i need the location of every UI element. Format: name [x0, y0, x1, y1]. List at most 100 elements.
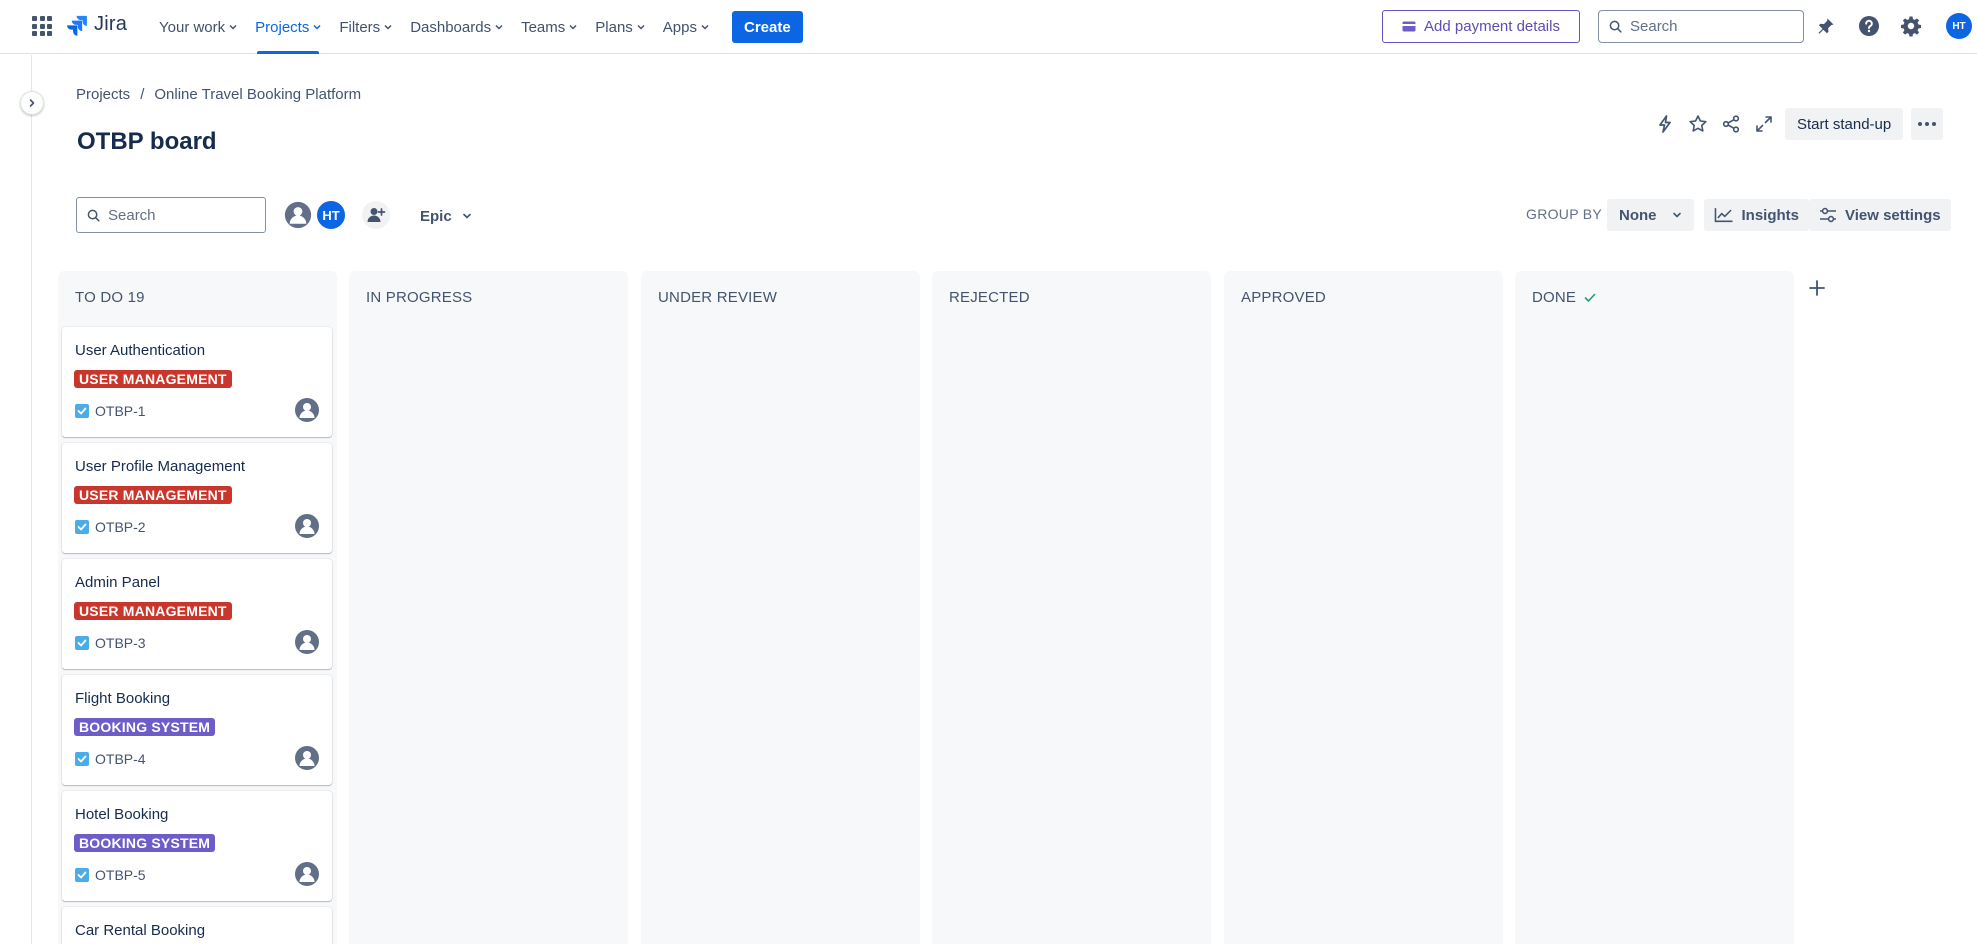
column-todo: TO DO 19 User Authentication USER MANAGE…: [58, 271, 337, 944]
nav-plans[interactable]: Plans: [586, 0, 654, 54]
column-header[interactable]: IN PROGRESS: [366, 289, 472, 306]
user-avatar-filter[interactable]: HT: [315, 199, 347, 231]
chevron-down-icon: [569, 24, 577, 30]
column-under-review: UNDER REVIEW: [641, 271, 920, 944]
breadcrumb: Projects / Online Travel Booking Platfor…: [76, 86, 361, 103]
issue-key: OTBP-2: [95, 519, 146, 535]
card-footer: OTBP-3: [75, 635, 146, 651]
column-done: DONE: [1515, 271, 1794, 944]
chevron-down-icon: [701, 24, 709, 30]
share-icon: [1722, 115, 1740, 133]
epic-label: BOOKING SYSTEM: [74, 834, 216, 852]
nav-apps[interactable]: Apps: [654, 0, 718, 54]
epic-label: BOOKING SYSTEM: [74, 718, 216, 736]
issue-key: OTBP-5: [95, 867, 146, 883]
board-header-actions: Start stand-up: [1652, 108, 1944, 140]
issue-card[interactable]: Car Rental Booking: [62, 907, 332, 944]
view-settings-button[interactable]: View settings: [1809, 199, 1951, 231]
column-rejected: REJECTED: [932, 271, 1211, 944]
issue-card[interactable]: Admin Panel USER MANAGEMENT OTBP-3: [62, 559, 332, 669]
automation-button[interactable]: [1652, 111, 1678, 137]
nav-your-work[interactable]: Your work: [150, 0, 246, 54]
chevron-down-icon: [1673, 212, 1681, 218]
breadcrumb-project-link[interactable]: Online Travel Booking Platform: [154, 86, 361, 103]
column-header[interactable]: APPROVED: [1241, 289, 1326, 306]
nav-filters[interactable]: Filters: [330, 0, 401, 54]
share-button[interactable]: [1718, 111, 1744, 137]
chevron-right-icon: [29, 99, 35, 107]
insights-button[interactable]: Insights: [1704, 199, 1809, 231]
card-footer: OTBP-4: [75, 751, 146, 767]
card-title: Car Rental Booking: [75, 922, 206, 939]
jira-logo[interactable]: Jira: [66, 13, 127, 36]
expand-sidebar-button[interactable]: [20, 91, 44, 115]
unassigned-person-icon[interactable]: [294, 513, 320, 539]
plus-icon: [1809, 280, 1825, 296]
unassigned-person-icon[interactable]: [294, 861, 320, 887]
issue-card[interactable]: User Profile Management USER MANAGEMENT …: [62, 443, 332, 553]
nav-teams[interactable]: Teams: [512, 0, 586, 54]
nav-projects[interactable]: Projects: [246, 0, 330, 54]
start-standup-button[interactable]: Start stand-up: [1785, 108, 1904, 140]
column-header[interactable]: REJECTED: [949, 289, 1030, 306]
add-payment-details-button[interactable]: Add payment details: [1382, 10, 1580, 43]
nav-filters-label: Filters: [339, 18, 381, 36]
breadcrumb-projects-link[interactable]: Projects: [76, 86, 130, 103]
issue-card[interactable]: Hotel Booking BOOKING SYSTEM OTBP-5: [62, 791, 332, 901]
star-board-button[interactable]: [1685, 111, 1711, 137]
chevron-down-icon: [384, 24, 392, 30]
person-icon: [284, 201, 312, 229]
epic-filter-dropdown[interactable]: Epic: [412, 200, 480, 232]
column-header[interactable]: DONE: [1532, 289, 1596, 306]
card-title: User Authentication: [75, 342, 206, 359]
fullscreen-button[interactable]: [1751, 111, 1777, 137]
task-checkbox-icon: [75, 520, 89, 534]
expand-arrows-icon: [1756, 116, 1772, 132]
page-title: OTBP board: [77, 128, 217, 155]
issue-card[interactable]: User Authentication USER MANAGEMENT OTBP…: [62, 327, 332, 437]
column-header[interactable]: UNDER REVIEW: [658, 289, 777, 306]
board-search-input[interactable]: [108, 206, 258, 224]
epic-label: USER MANAGEMENT: [74, 486, 232, 504]
view-settings-label: View settings: [1845, 206, 1941, 224]
create-button[interactable]: Create: [732, 11, 803, 43]
column-title: IN PROGRESS: [366, 289, 473, 306]
card-title: Admin Panel: [75, 574, 161, 591]
board-search[interactable]: [76, 197, 266, 233]
card-footer: OTBP-2: [75, 519, 146, 535]
chevron-down-icon: [495, 24, 503, 30]
chevron-down-icon: [462, 213, 471, 219]
help-icon[interactable]: [1858, 15, 1880, 37]
unassigned-person-icon[interactable]: [294, 397, 320, 423]
chevron-down-icon: [637, 24, 645, 30]
column-in-progress: IN PROGRESS: [349, 271, 628, 944]
nav-dashboards[interactable]: Dashboards: [401, 0, 512, 54]
lightning-bolt-icon: [1659, 115, 1671, 133]
jira-logo-icon: [67, 15, 87, 36]
epic-label: USER MANAGEMENT: [74, 370, 232, 388]
nav-teams-label: Teams: [521, 18, 566, 36]
unassigned-person-icon[interactable]: [294, 629, 320, 655]
user-avatar[interactable]: HT: [1946, 13, 1972, 39]
global-search-input[interactable]: [1630, 18, 1790, 35]
notifications-icon[interactable]: [1815, 15, 1837, 37]
search-icon: [87, 209, 100, 222]
nav-dashboards-label: Dashboards: [410, 18, 492, 36]
add-column-button[interactable]: [1803, 274, 1831, 302]
task-checkbox-icon: [75, 636, 89, 650]
more-actions-button[interactable]: [1911, 108, 1944, 140]
task-checkbox-icon: [75, 868, 89, 882]
issue-key: OTBP-1: [95, 403, 146, 419]
global-search[interactable]: [1598, 10, 1804, 43]
settings-gear-icon[interactable]: [1900, 15, 1922, 37]
card-title: Flight Booking: [75, 690, 171, 707]
done-check-icon: [1584, 293, 1596, 302]
add-people-button[interactable]: [360, 199, 392, 231]
top-navigation: Jira Your work Projects Filters Dashboar…: [0, 0, 1977, 54]
column-header[interactable]: TO DO 19: [75, 289, 145, 306]
issue-card[interactable]: Flight Booking BOOKING SYSTEM OTBP-4: [62, 675, 332, 785]
unassigned-person-icon[interactable]: [294, 745, 320, 771]
unassigned-avatar-filter[interactable]: [282, 199, 314, 231]
app-switcher-icon[interactable]: [32, 16, 52, 36]
group-by-dropdown[interactable]: None: [1607, 199, 1694, 231]
